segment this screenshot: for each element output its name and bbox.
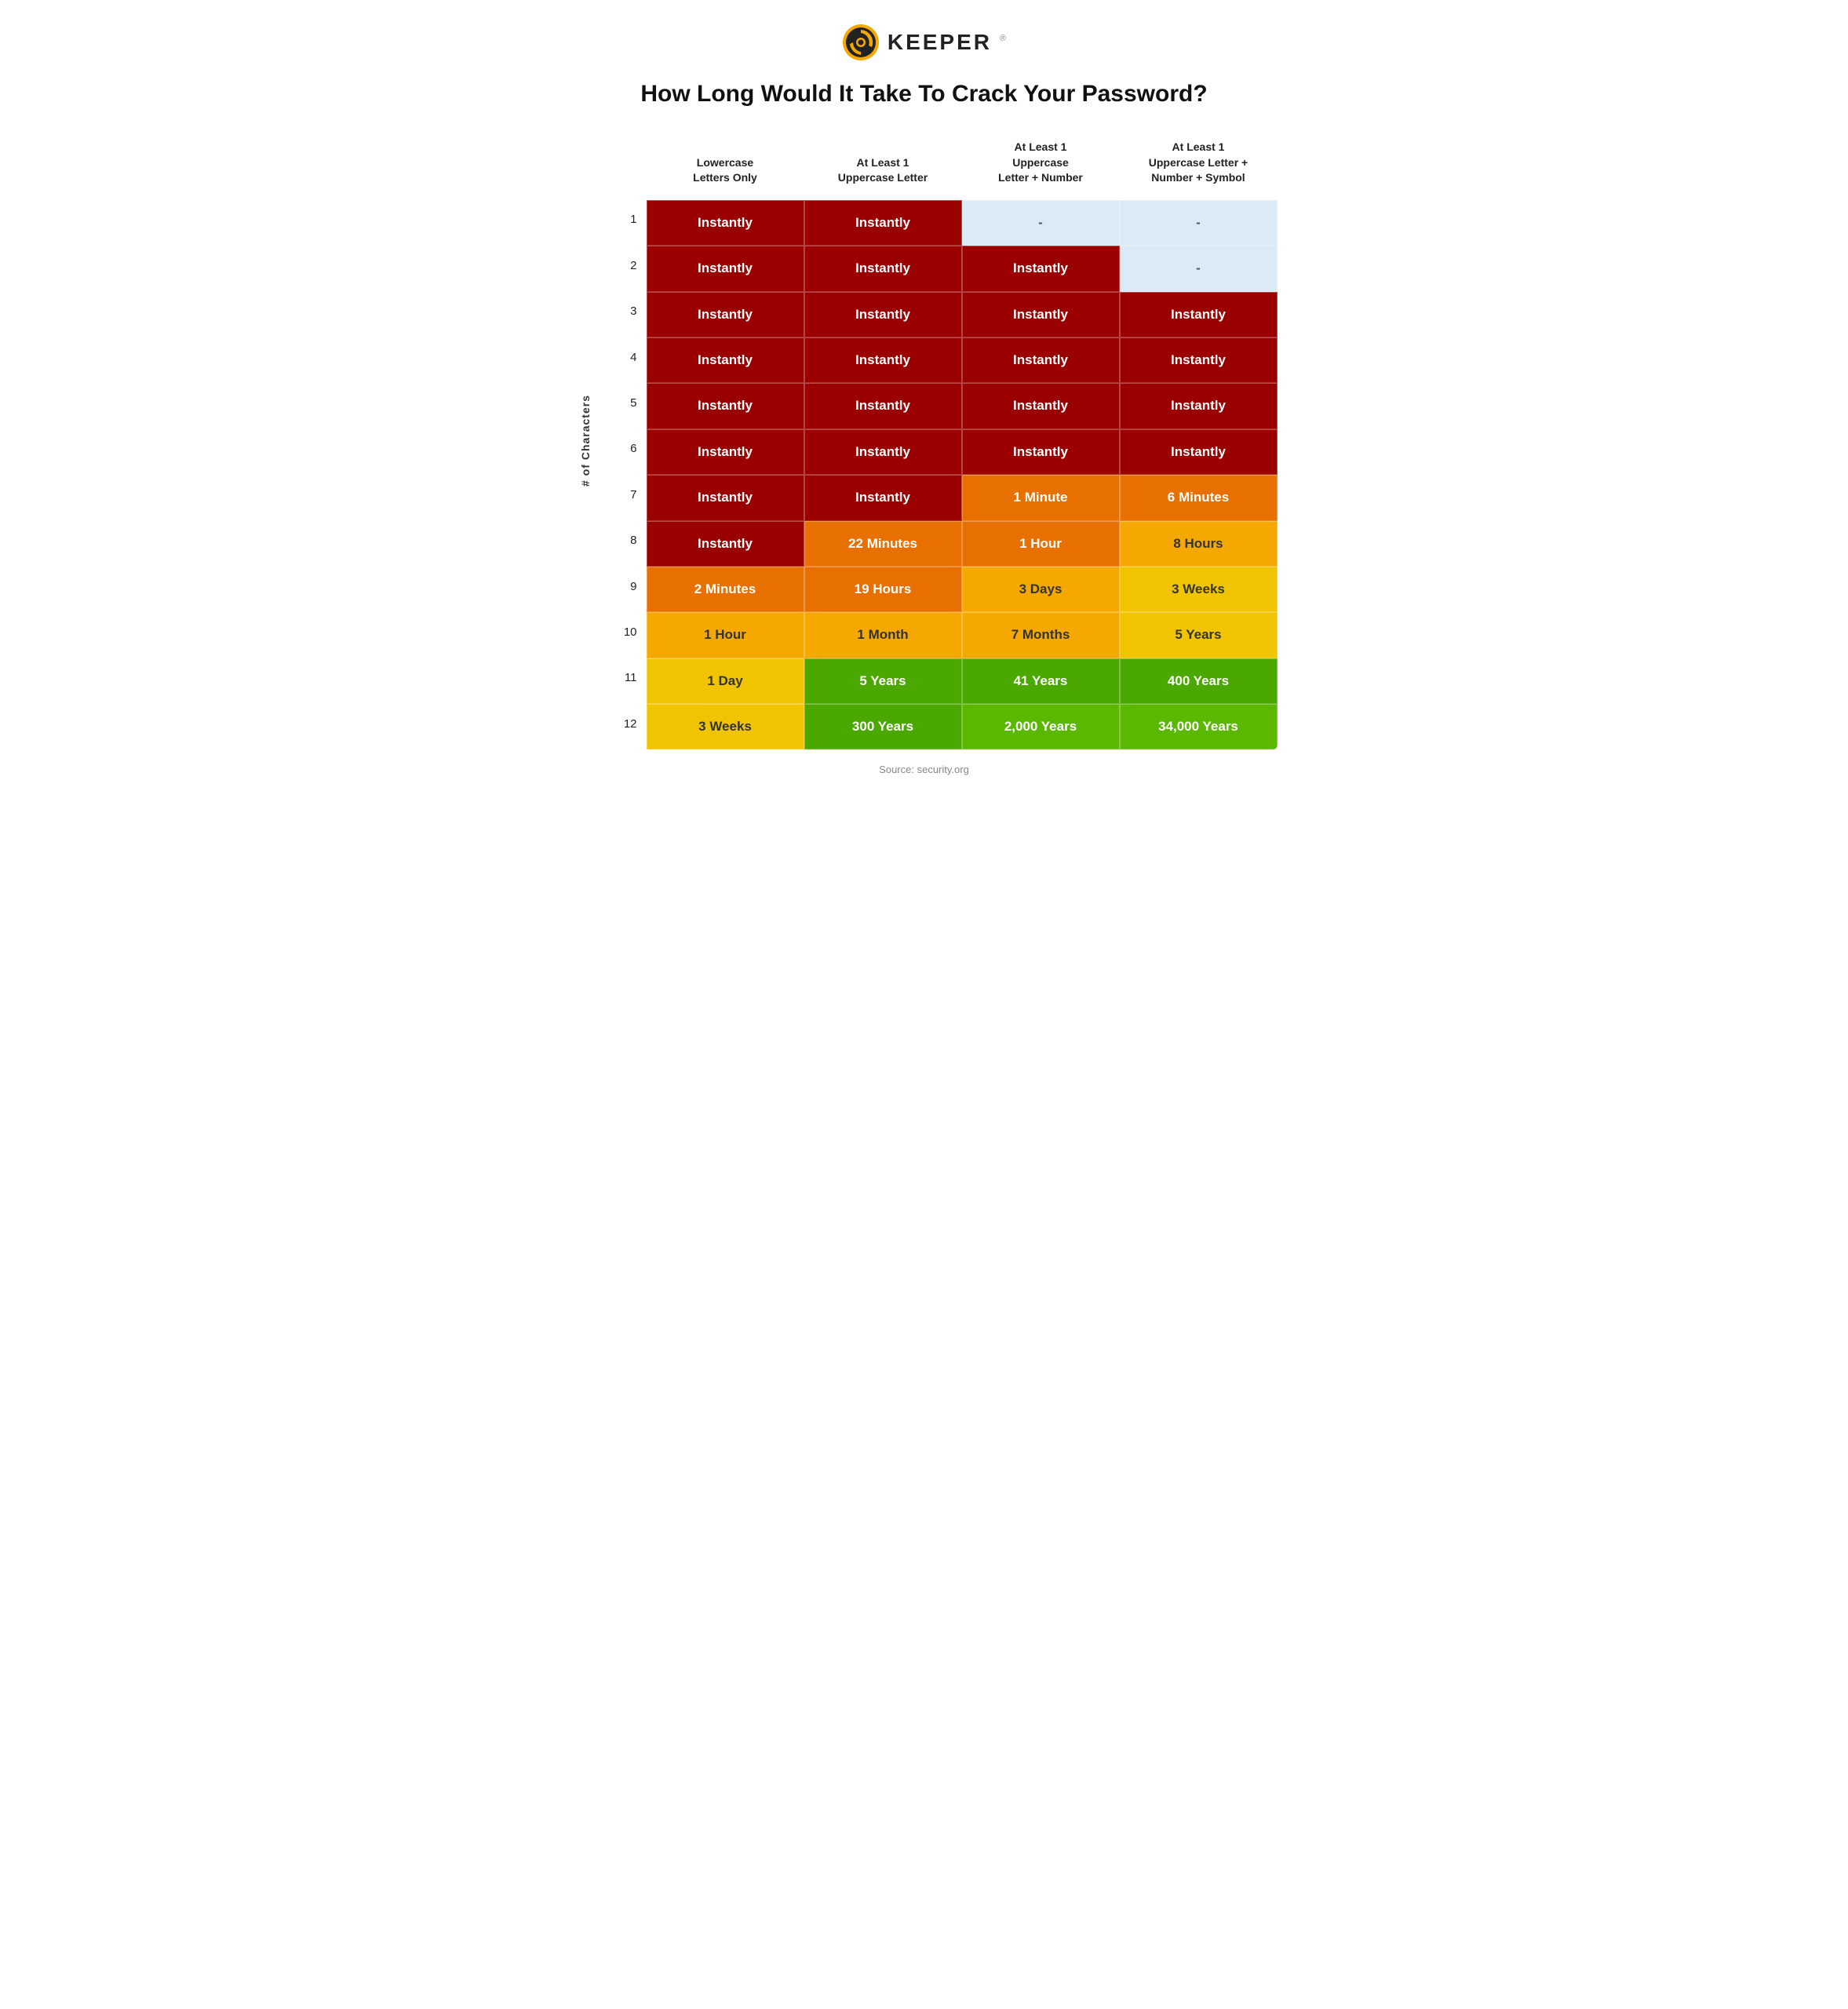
row-label-11: 11: [600, 658, 647, 704]
y-axis-label: # of Characters: [579, 395, 592, 487]
y-axis-column: # of Characters: [571, 132, 600, 749]
cell-r10-c4: 5 Years: [1120, 612, 1278, 658]
page-title: How Long Would It Take To Crack Your Pas…: [571, 80, 1278, 108]
cell-r12-c1: 3 Weeks: [647, 704, 804, 749]
cell-r7-c4: 6 Minutes: [1120, 475, 1278, 520]
source-text: Source: security.org: [571, 764, 1278, 775]
row-label-7: 7: [600, 475, 647, 520]
data-grid: Lowercase Letters Only At Least 1 Upperc…: [600, 132, 1278, 749]
logo-area: KEEPER ®: [571, 24, 1278, 61]
cell-r3-c1: Instantly: [647, 292, 804, 337]
cell-r3-c2: Instantly: [804, 292, 962, 337]
cell-r9-c4: 3 Weeks: [1120, 567, 1278, 612]
cell-r2-c1: Instantly: [647, 246, 804, 291]
cell-r7-c3: 1 Minute: [962, 475, 1120, 520]
keeper-logo-icon: [842, 24, 880, 61]
cell-r10-c2: 1 Month: [804, 612, 962, 658]
cell-r3-c3: Instantly: [962, 292, 1120, 337]
cell-r10-c3: 7 Months: [962, 612, 1120, 658]
cell-r6-c2: Instantly: [804, 429, 962, 475]
cell-r4-c3: Instantly: [962, 337, 1120, 383]
row-label-2: 2: [600, 246, 647, 291]
cell-r2-c4: -: [1120, 246, 1278, 291]
cell-r8-c1: Instantly: [647, 521, 804, 567]
cell-r5-c4: Instantly: [1120, 383, 1278, 428]
cell-r3-c4: Instantly: [1120, 292, 1278, 337]
cell-r2-c2: Instantly: [804, 246, 962, 291]
cell-r8-c4: 8 Hours: [1120, 521, 1278, 567]
cell-r11-c1: 1 Day: [647, 658, 804, 704]
cell-r7-c2: Instantly: [804, 475, 962, 520]
cell-r9-c2: 19 Hours: [804, 567, 962, 612]
cell-r12-c2: 300 Years: [804, 704, 962, 749]
page-container: KEEPER ® How Long Would It Take To Crack…: [571, 24, 1278, 775]
header-col4: At Least 1 Uppercase Letter + Number + S…: [1120, 132, 1278, 200]
row-label-1: 1: [600, 200, 647, 246]
row-label-8: 8: [600, 521, 647, 567]
row-label-3: 3: [600, 292, 647, 337]
cell-r1-c1: Instantly: [647, 200, 804, 246]
cell-r7-c1: Instantly: [647, 475, 804, 520]
row-label-6: 6: [600, 429, 647, 475]
cell-r11-c3: 41 Years: [962, 658, 1120, 704]
cell-r1-c4: -: [1120, 200, 1278, 246]
row-label-5: 5: [600, 383, 647, 428]
cell-r11-c4: 400 Years: [1120, 658, 1278, 704]
logo-text: KEEPER: [888, 30, 992, 55]
header-row-num: [600, 132, 647, 200]
row-label-9: 9: [600, 567, 647, 612]
logo-trademark: ®: [1000, 34, 1006, 43]
cell-r6-c4: Instantly: [1120, 429, 1278, 475]
cell-r2-c3: Instantly: [962, 246, 1120, 291]
cell-r10-c1: 1 Hour: [647, 612, 804, 658]
table-area: Lowercase Letters Only At Least 1 Upperc…: [600, 132, 1278, 749]
cell-r12-c4: 34,000 Years: [1120, 704, 1278, 749]
row-label-12: 12: [600, 704, 647, 749]
cell-r1-c3: -: [962, 200, 1120, 246]
main-layout: # of Characters Lowercase Letters Only A…: [571, 132, 1278, 749]
cell-r4-c1: Instantly: [647, 337, 804, 383]
header-col2: At Least 1 Uppercase Letter: [804, 132, 962, 200]
header-col1: Lowercase Letters Only: [647, 132, 804, 200]
cell-r5-c2: Instantly: [804, 383, 962, 428]
cell-r4-c4: Instantly: [1120, 337, 1278, 383]
cell-r12-c3: 2,000 Years: [962, 704, 1120, 749]
cell-r6-c3: Instantly: [962, 429, 1120, 475]
cell-r8-c2: 22 Minutes: [804, 521, 962, 567]
header-col3: At Least 1 Uppercase Letter + Number: [962, 132, 1120, 200]
cell-r1-c2: Instantly: [804, 200, 962, 246]
cell-r8-c3: 1 Hour: [962, 521, 1120, 567]
cell-r4-c2: Instantly: [804, 337, 962, 383]
row-label-4: 4: [600, 337, 647, 383]
cell-r11-c2: 5 Years: [804, 658, 962, 704]
cell-r6-c1: Instantly: [647, 429, 804, 475]
row-label-10: 10: [600, 612, 647, 658]
cell-r9-c1: 2 Minutes: [647, 567, 804, 612]
cell-r5-c3: Instantly: [962, 383, 1120, 428]
cell-r5-c1: Instantly: [647, 383, 804, 428]
cell-r9-c3: 3 Days: [962, 567, 1120, 612]
